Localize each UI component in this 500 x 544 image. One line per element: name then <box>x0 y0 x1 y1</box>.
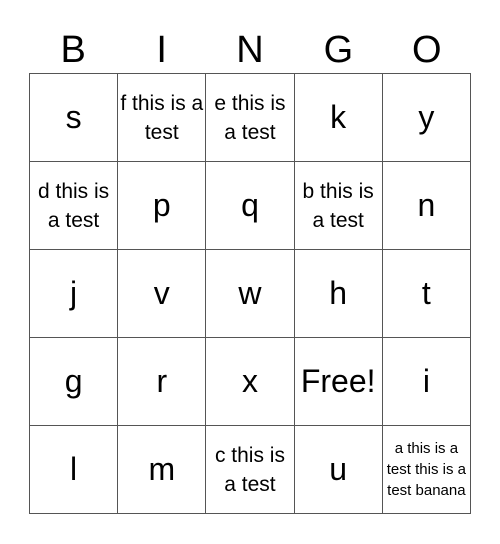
bingo-cell[interactable]: h <box>293 249 383 338</box>
bingo-header: B I N G O <box>29 28 471 72</box>
bingo-cell[interactable]: v <box>117 249 207 338</box>
bingo-cell[interactable]: n <box>381 161 472 250</box>
bingo-cell[interactable]: j <box>28 249 119 338</box>
header-letter-g: G <box>323 29 354 71</box>
bingo-cell[interactable]: a this is a test this is a test banana <box>381 425 472 514</box>
header-letter-b: B <box>60 29 86 71</box>
bingo-cell[interactable]: d this is a test <box>28 161 119 250</box>
header-letter-i: I <box>156 29 167 71</box>
bingo-cell[interactable]: r <box>117 337 207 426</box>
bingo-cell[interactable]: m <box>117 425 207 514</box>
bingo-cell[interactable]: y <box>381 73 472 162</box>
bingo-cell[interactable]: e this is a test <box>205 73 295 162</box>
bingo-cell[interactable]: i <box>381 337 472 426</box>
header-letter-o: O <box>412 29 442 71</box>
bingo-cell[interactable]: g <box>28 337 119 426</box>
bingo-cell[interactable]: t <box>381 249 472 338</box>
bingo-cell[interactable]: l <box>28 425 119 514</box>
bingo-cell[interactable]: p <box>117 161 207 250</box>
bingo-row: sf this is a test e this is a test k y <box>28 73 472 162</box>
bingo-cell[interactable]: Free! <box>293 337 383 426</box>
bingo-row: d this is a test p q b this is a test n <box>28 161 472 250</box>
bingo-row: lmc this is a test u a this is a test this… <box>28 425 472 514</box>
bingo-cell[interactable]: b this is a test <box>293 161 383 250</box>
header-letter-n: N <box>236 29 264 71</box>
bingo-cell[interactable]: c this is a test <box>205 425 295 514</box>
bingo-cell[interactable]: s <box>28 73 119 162</box>
bingo-row: g r x Free! i <box>28 337 472 426</box>
bingo-cell[interactable]: k <box>293 73 383 162</box>
bingo-cell[interactable]: f this is a test <box>117 73 207 162</box>
bingo-cell[interactable]: q <box>205 161 295 250</box>
bingo-cell[interactable]: u <box>293 425 383 514</box>
bingo-cell[interactable]: x <box>205 337 295 426</box>
bingo-cell[interactable]: w <box>205 249 295 338</box>
bingo-row: jvwht <box>28 249 472 338</box>
bingo-card: sf this is a test e this is a test k y d thi… <box>28 73 472 514</box>
